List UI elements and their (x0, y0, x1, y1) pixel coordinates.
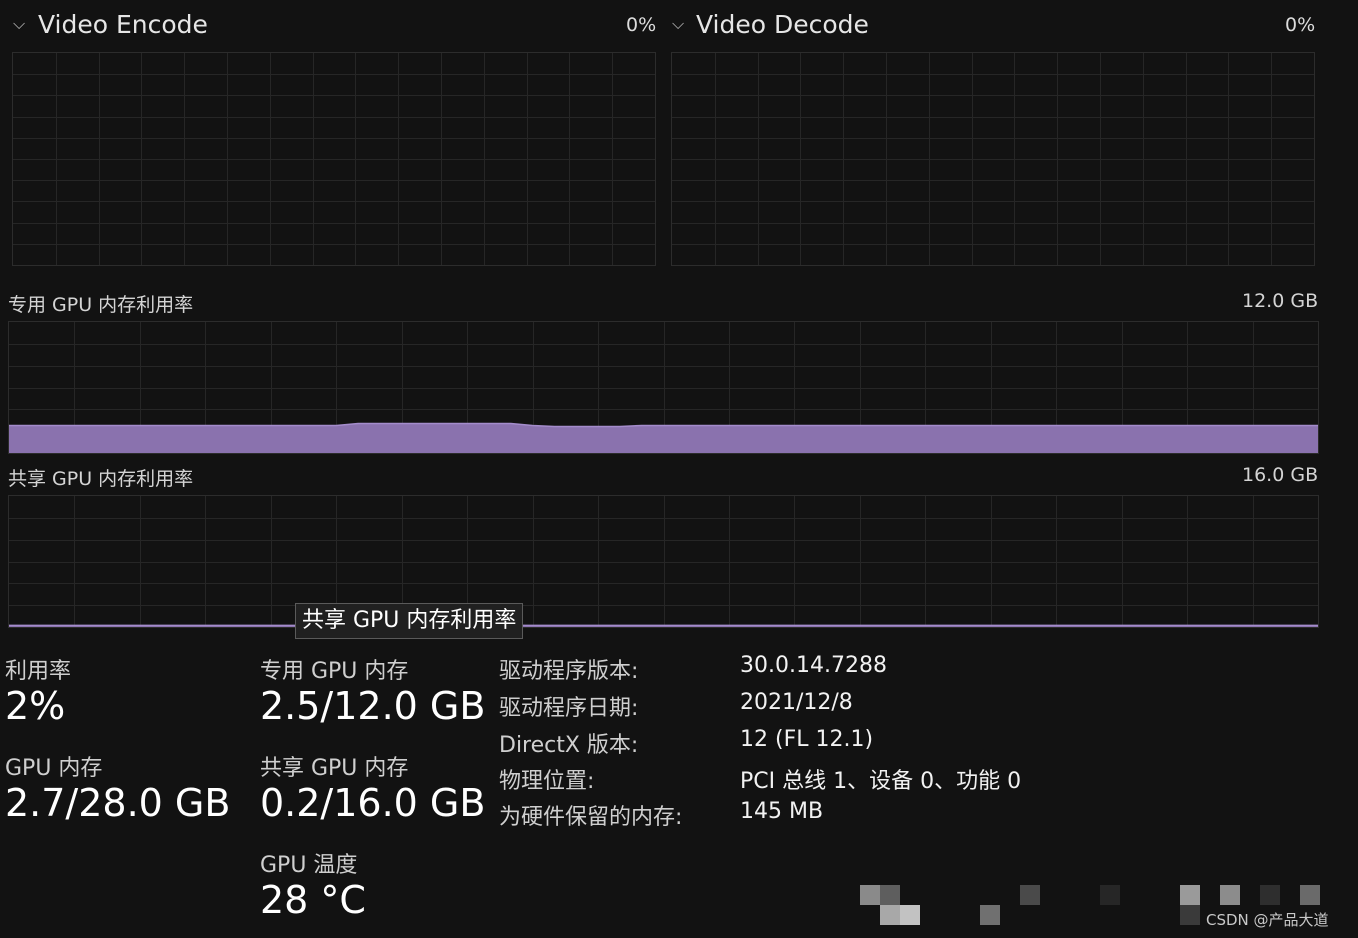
video-decode-graph (671, 52, 1315, 266)
blur-pixel (1020, 885, 1040, 905)
blur-pixel (1100, 885, 1120, 905)
driver-date-value: 2021/12/8 (740, 690, 853, 715)
dedicated-memory-usage-area (9, 423, 1318, 453)
blur-pixel (1180, 905, 1200, 925)
chevron-down-icon[interactable]: ⌵ (672, 14, 684, 34)
dedicated-memory-graph (8, 321, 1319, 454)
blur-pixel (1300, 885, 1320, 905)
physical-location-value: PCI 总线 1、设备 0、功能 0 (740, 769, 1022, 794)
blur-pixel (1180, 885, 1200, 905)
blur-pixel (900, 905, 920, 925)
watermark: CSDN @产品大道 (1206, 911, 1329, 929)
blur-pixel (1260, 885, 1280, 905)
chart-tooltip: 共享 GPU 内存利用率 (295, 603, 524, 639)
shared-memory-value: 0.2/16.0 GB (260, 781, 486, 825)
blur-pixel (980, 905, 1000, 925)
video-decode-percent: 0% (1285, 14, 1316, 36)
blur-pixel (880, 905, 900, 925)
video-encode-title[interactable]: Video Encode (38, 10, 208, 39)
chevron-down-icon[interactable]: ⌵ (13, 14, 25, 34)
video-encode-percent: 0% (626, 14, 657, 36)
dedicated-memory-chart-max: 12.0 GB (1242, 290, 1319, 312)
shared-memory-graph (8, 495, 1319, 628)
video-decode-title[interactable]: Video Decode (696, 10, 869, 39)
video-encode-graph (12, 52, 656, 266)
utilization-label: 利用率 (5, 659, 72, 684)
blur-pixel (860, 885, 880, 905)
shared-memory-chart-max: 16.0 GB (1242, 464, 1319, 486)
gpu-temperature-label: GPU 温度 (260, 853, 358, 878)
dedicated-memory-value: 2.5/12.0 GB (260, 684, 486, 728)
hardware-reserved-memory-value: 145 MB (740, 799, 824, 824)
blur-pixel (880, 885, 900, 905)
utilization-value: 2% (5, 684, 66, 728)
shared-memory-chart-label: 共享 GPU 内存利用率 (8, 468, 194, 490)
shared-memory-label: 共享 GPU 内存 (260, 756, 409, 781)
directx-version-label: DirectX 版本: (499, 733, 639, 758)
driver-version-value: 30.0.14.7288 (740, 653, 887, 678)
gpu-memory-label: GPU 内存 (5, 756, 103, 781)
gpu-temperature-value: 28 °C (260, 878, 366, 922)
dedicated-memory-label: 专用 GPU 内存 (260, 659, 409, 684)
driver-version-label: 驱动程序版本: (499, 659, 639, 684)
hardware-reserved-memory-label: 为硬件保留的内存: (499, 805, 683, 830)
blur-pixel (1220, 885, 1240, 905)
driver-date-label: 驱动程序日期: (499, 696, 639, 721)
directx-version-value: 12 (FL 12.1) (740, 727, 874, 752)
physical-location-label: 物理位置: (499, 769, 595, 794)
dedicated-memory-chart-label: 专用 GPU 内存利用率 (8, 294, 194, 316)
gpu-memory-value: 2.7/28.0 GB (5, 781, 231, 825)
